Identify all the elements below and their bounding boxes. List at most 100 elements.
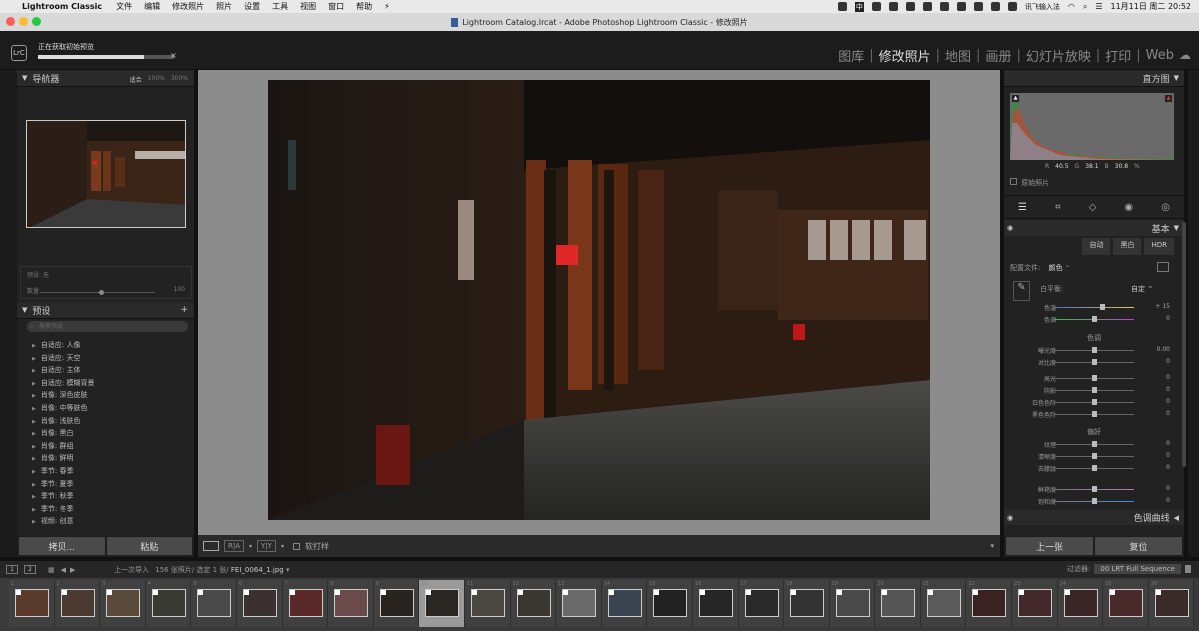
breadcrumb[interactable]: 上一次导入 156 张照片/ 选定 1 张/ FEI_0064_1.jpg ▾ [114, 565, 290, 575]
status-icon[interactable] [837, 2, 847, 11]
preset-group-item[interactable]: ▶ 自适应: 天空 [32, 352, 94, 365]
reset-button[interactable]: 复位 [1095, 537, 1182, 555]
collapse-triangle-icon[interactable]: ▼ [22, 74, 27, 82]
slider-value[interactable]: 0 [1166, 464, 1170, 471]
menu-tools[interactable]: 工具 [272, 1, 288, 12]
filmstrip-thumbnail[interactable]: 3 [100, 580, 146, 627]
filter-toggle-icon[interactable] [1185, 565, 1191, 573]
slider-basic-tone_sliders-5[interactable]: 黑色色阶 0 [1008, 409, 1170, 419]
original-photo-checkbox[interactable] [1010, 178, 1017, 185]
shadow-clipping-icon[interactable]: ▲ [1012, 95, 1019, 102]
module-2[interactable]: 地图 [942, 46, 974, 65]
slider-basic-presence_sliders-4[interactable]: 饱和度 0 [1008, 496, 1170, 506]
tray-icon[interactable] [973, 2, 983, 11]
expand-triangle-icon[interactable]: ▶ [32, 494, 36, 500]
slider-knob[interactable] [1092, 399, 1097, 405]
filmstrip-thumbnail[interactable]: 5 [191, 580, 237, 627]
main-photo[interactable] [268, 80, 930, 520]
expand-triangle-icon[interactable]: ▶ [32, 343, 36, 349]
slider-value[interactable]: 0 [1166, 485, 1170, 492]
original-photo-toggle[interactable]: 原始照片 [1010, 178, 1049, 188]
panel-visibility-icon[interactable]: ◉ [1007, 224, 1013, 232]
copy-settings-button[interactable]: 拷贝... [19, 537, 105, 555]
slider-basic-presence_sliders-0[interactable]: 纹理 0 [1008, 439, 1170, 449]
module-1[interactable]: 修改照片 [876, 46, 934, 65]
preset-group-item[interactable]: ▶ 季节: 秋季 [32, 490, 94, 503]
menu-edit[interactable]: 编辑 [144, 1, 160, 12]
filmstrip-thumbnail[interactable]: 21 [920, 580, 967, 627]
preset-group-item[interactable]: ▶ 视频: 创意 [32, 515, 94, 528]
slider-value[interactable]: + 15 [1155, 303, 1170, 310]
preset-group-item[interactable]: ▶ 肖像: 黑白 [32, 427, 94, 440]
highlight-clipping-icon[interactable]: ▲ [1165, 95, 1172, 102]
display-icon[interactable] [1007, 2, 1017, 11]
menu-settings[interactable]: 设置 [244, 1, 260, 12]
slider-knob[interactable] [1092, 387, 1097, 393]
slider-knob[interactable] [1092, 486, 1097, 492]
profile-row[interactable]: 配置文件: 颜色 ⌃ [1010, 263, 1070, 273]
add-preset-button[interactable]: + [180, 305, 188, 315]
slider-knob[interactable] [1092, 465, 1097, 471]
preset-group-item[interactable]: ▶ 肖像: 浅肤色 [32, 415, 94, 428]
menu-window[interactable]: 窗口 [328, 1, 344, 12]
preset-amount-slider[interactable] [99, 290, 104, 295]
navigator-header[interactable]: ▼ 导航器 适合 100% 300% [17, 70, 194, 87]
expand-triangle-icon[interactable]: ▶ [32, 419, 36, 425]
app-menu[interactable]: Lightroom Classic [22, 2, 102, 11]
slider-value[interactable]: 0.00 [1157, 346, 1170, 353]
grid-view-icon[interactable]: ▦ [48, 566, 55, 574]
chevron-down-icon[interactable]: ▾ [286, 566, 290, 574]
slider-knob[interactable] [1092, 411, 1097, 417]
healing-eraser-icon[interactable]: ◇ [1089, 202, 1097, 213]
expand-triangle-icon[interactable]: ▶ [32, 356, 36, 362]
expand-triangle-icon[interactable]: ▶ [32, 519, 36, 525]
slider-knob[interactable] [1092, 441, 1097, 447]
auto-button[interactable]: 自动 [1082, 238, 1111, 255]
edit-sliders-icon[interactable]: ☰ [1018, 202, 1027, 213]
filmstrip-thumbnail[interactable]: 14 [601, 580, 648, 627]
slider-knob[interactable] [1092, 347, 1097, 353]
tray-icon[interactable] [939, 2, 949, 11]
slider-knob[interactable] [1092, 375, 1097, 381]
preset-group-item[interactable]: ▶ 肖像: 中等肤色 [32, 402, 94, 415]
filmstrip-thumbnail[interactable]: 11 [464, 580, 511, 627]
slider-knob[interactable] [1092, 316, 1097, 322]
expand-triangle-icon[interactable]: ▶ [32, 381, 36, 387]
collapse-triangle-icon[interactable]: ▼ [1174, 224, 1179, 232]
crop-icon[interactable]: ⌗ [1055, 202, 1061, 213]
preset-group-item[interactable]: ▶ 季节: 夏季 [32, 478, 94, 491]
slider-track[interactable] [1054, 307, 1134, 308]
slider-value[interactable]: 0 [1166, 315, 1170, 322]
wb-value-select[interactable]: 自定 ⌃ [1131, 284, 1153, 294]
filmstrip-thumbnail[interactable]: 4 [145, 580, 192, 627]
slider-value[interactable]: 0 [1166, 452, 1170, 459]
panel-visibility-icon[interactable]: ◉ [1007, 514, 1013, 522]
activity-icon[interactable]: ⚡ [384, 2, 390, 11]
wb-eyedropper-icon[interactable]: ✎ [1013, 281, 1030, 301]
menu-file[interactable]: 文件 [116, 1, 132, 12]
expand-triangle-icon[interactable]: ▶ [32, 507, 36, 513]
slider-basic-tone_sliders-3[interactable]: 阴影 0 [1008, 385, 1170, 395]
filmstrip-thumbnail[interactable]: 22 [966, 580, 1013, 627]
masking-icon[interactable]: ◎ [1161, 202, 1170, 213]
expand-triangle-icon[interactable]: ▶ [32, 456, 36, 462]
filmstrip-thumbnail[interactable]: 19 [829, 580, 876, 627]
module-5[interactable]: 打印 [1102, 46, 1134, 65]
slider-value[interactable]: 0 [1166, 410, 1170, 417]
slider-knob[interactable] [1092, 498, 1097, 504]
back-arrow-icon[interactable]: ◀ [61, 566, 66, 574]
filmstrip-thumbnail[interactable]: 1 [9, 580, 55, 627]
filmstrip-thumbnail[interactable]: 9 [373, 580, 420, 627]
slider-value[interactable]: 0 [1166, 440, 1170, 447]
slider-basic-presence_sliders-3[interactable]: 鲜艳度 0 [1008, 484, 1170, 494]
preset-group-item[interactable]: ▶ 自适应: 主体 [32, 364, 94, 377]
menu-view[interactable]: 视图 [300, 1, 316, 12]
filmstrip-thumbnail[interactable]: 15 [647, 580, 693, 627]
cloud-icon[interactable]: ☁ [1179, 48, 1191, 62]
profile-value[interactable]: 颜色 [1049, 264, 1063, 272]
module-4[interactable]: 幻灯片放映 [1023, 46, 1094, 65]
control-center-icon[interactable]: ☰ [1095, 2, 1102, 11]
slider-basic-tone_sliders-4[interactable]: 白色色阶 0 [1008, 397, 1170, 407]
preset-group-item[interactable]: ▶ 季节: 冬季 [32, 503, 94, 516]
filmstrip-thumbnail[interactable]: 17 [738, 580, 785, 627]
